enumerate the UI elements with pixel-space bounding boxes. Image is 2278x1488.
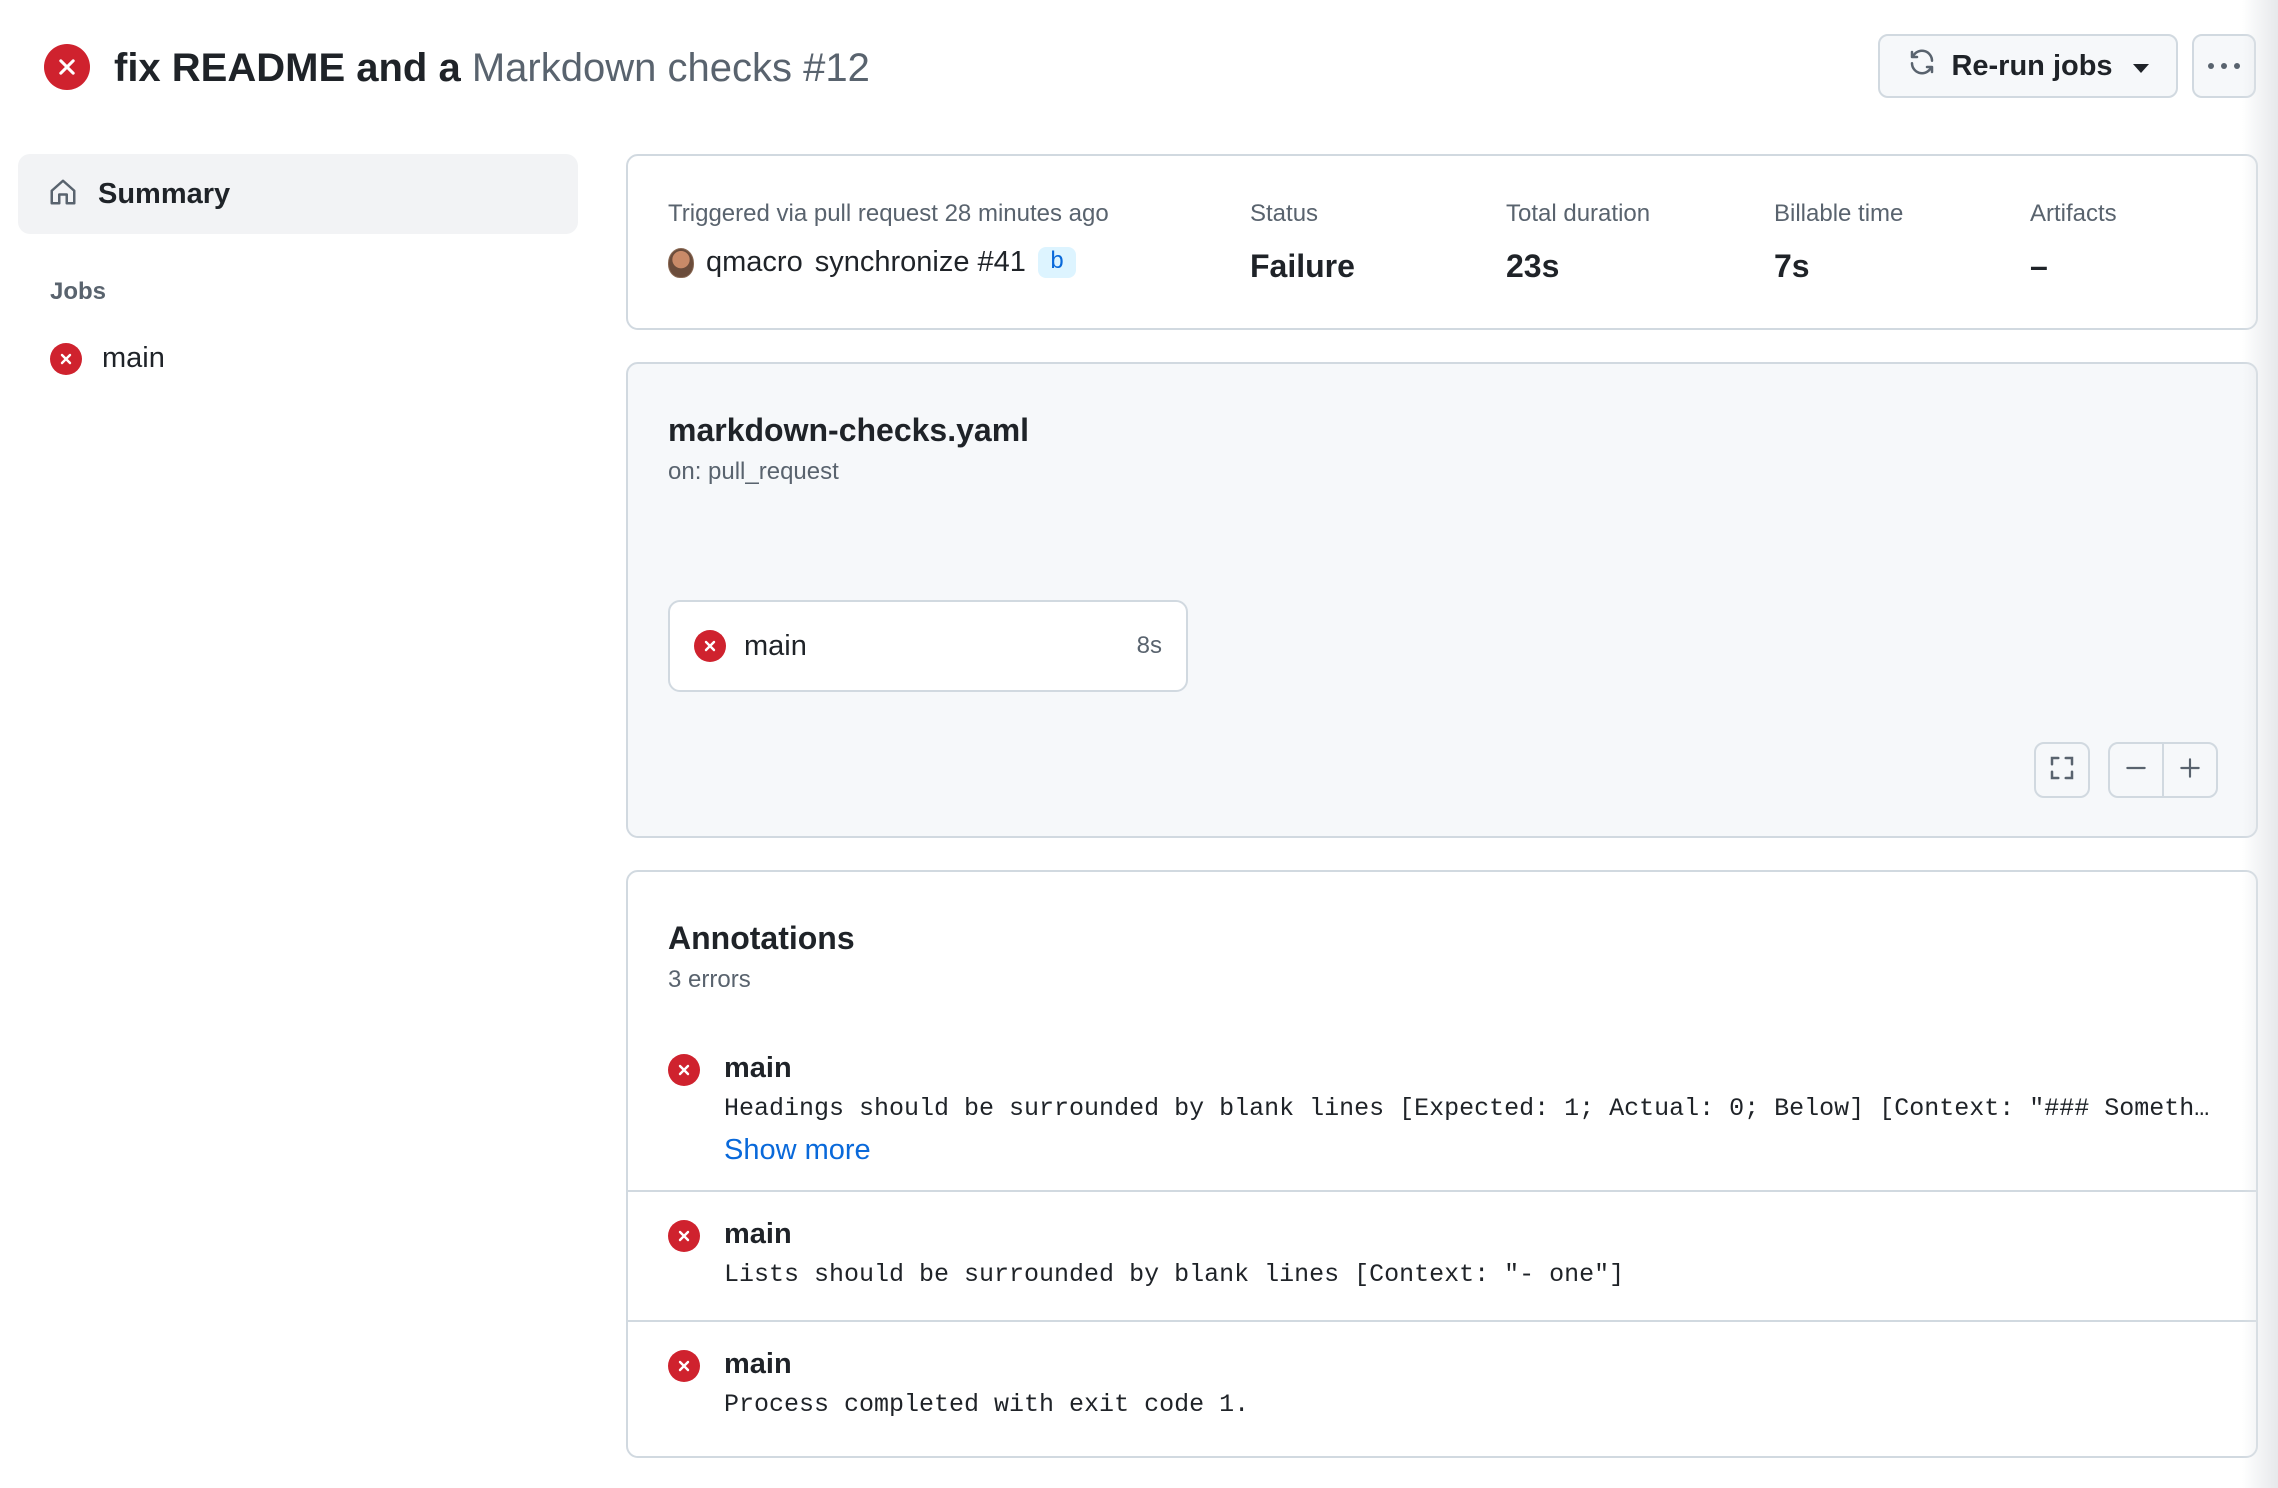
artifacts-stat: Artifacts –: [2030, 200, 2117, 285]
screen-full-icon: [2047, 753, 2077, 788]
run-title: fix README and a: [114, 46, 461, 90]
billable-stat: Billable time 7s: [1774, 200, 1903, 285]
status-value: Failure: [1250, 248, 1355, 284]
failure-x-icon: [668, 1350, 700, 1382]
trigger-details: qmacro synchronize #41 b: [668, 246, 1109, 279]
workflow-run-name[interactable]: Markdown checks #12: [472, 46, 870, 90]
sidebar-item-job-main[interactable]: main: [50, 342, 578, 375]
sidebar: Summary Jobs main: [18, 154, 578, 375]
page-title: fix README and a Markdown checks #12: [114, 40, 870, 96]
avatar[interactable]: [668, 247, 694, 278]
kebab-horizontal-icon: [2208, 63, 2240, 69]
duration-value: 23s: [1506, 248, 1560, 284]
annotations-count: 3 errors: [668, 966, 751, 993]
rerun-jobs-button[interactable]: Re-run jobs: [1878, 34, 2178, 98]
sidebar-item-label: main: [102, 342, 165, 374]
sync-icon: [1907, 47, 1937, 85]
annotation-message: Lists should be surrounded by blank line…: [724, 1260, 1625, 1289]
annotation-item: main Process completed with exit code 1.: [628, 1320, 2256, 1456]
more-options-button[interactable]: [2192, 34, 2256, 98]
rerun-jobs-label: Re-run jobs: [1951, 49, 2113, 82]
job-node-main[interactable]: main 8s: [668, 600, 1188, 692]
zoom-controls: [2108, 742, 2218, 798]
trigger-stat: Triggered via pull request 28 minutes ag…: [668, 200, 1109, 279]
annotations-card: Annotations 3 errors main Headings shoul…: [626, 870, 2258, 1458]
workflow-run-page: fix README and a Markdown checks #12 Re-…: [0, 0, 2278, 1488]
page-header: fix README and a Markdown checks #12 Re-…: [40, 28, 2256, 108]
event-text[interactable]: synchronize #41: [815, 246, 1026, 279]
billable-value: 7s: [1774, 248, 1810, 284]
home-icon: [48, 177, 78, 212]
duration-stat: Total duration 23s: [1506, 200, 1650, 285]
show-more-link[interactable]: Show more: [724, 1134, 871, 1167]
annotations-title: Annotations: [668, 920, 855, 956]
status-label: Status: [1250, 200, 1319, 227]
run-summary-card: Triggered via pull request 28 minutes ag…: [626, 154, 2258, 330]
annotation-item: main Lists should be surrounded by blank…: [628, 1190, 2256, 1320]
job-node-duration: 8s: [1136, 632, 1162, 659]
failure-x-icon: [694, 630, 726, 662]
annotation-message: Process completed with exit code 1.: [724, 1390, 1250, 1419]
zoom-out-button[interactable]: [2110, 744, 2162, 796]
artifacts-value: –: [2030, 248, 2048, 284]
job-node-name: main: [744, 629, 807, 662]
branch-badge[interactable]: b: [1037, 247, 1077, 278]
sidebar-item-label: Summary: [98, 177, 231, 210]
annotation-job-name[interactable]: main: [724, 1052, 792, 1085]
failure-x-icon: [668, 1220, 700, 1252]
dash-icon: [2123, 755, 2149, 786]
zoom-in-button[interactable]: [2162, 744, 2216, 796]
annotation-job-name[interactable]: main: [724, 1348, 792, 1381]
actor-link[interactable]: qmacro: [706, 246, 803, 279]
status-stat: Status Failure: [1250, 200, 1355, 285]
failure-x-icon: [44, 44, 90, 90]
failure-x-icon: [50, 342, 82, 375]
workflow-trigger: on: pull_request: [668, 458, 839, 485]
workflow-file-name: markdown-checks.yaml: [668, 412, 1030, 448]
artifacts-label: Artifacts: [2030, 200, 2117, 227]
annotation-message: Headings should be surrounded by blank l…: [724, 1094, 2214, 1123]
triangle-down-icon: [2132, 63, 2149, 73]
fullscreen-button[interactable]: [2034, 742, 2090, 798]
plus-icon: [2177, 755, 2203, 786]
sidebar-item-summary[interactable]: Summary: [18, 154, 578, 234]
annotation-item: main Headings should be surrounded by bl…: [628, 1022, 2256, 1190]
failure-x-icon: [668, 1054, 700, 1086]
annotation-job-name[interactable]: main: [724, 1218, 792, 1251]
billable-label: Billable time: [1774, 200, 1904, 227]
trigger-text: Triggered via pull request 28 minutes ag…: [668, 200, 1109, 227]
jobs-heading: Jobs: [50, 278, 107, 305]
workflow-graph-card: markdown-checks.yaml on: pull_request ma…: [626, 362, 2258, 838]
duration-label: Total duration: [1506, 200, 1651, 227]
